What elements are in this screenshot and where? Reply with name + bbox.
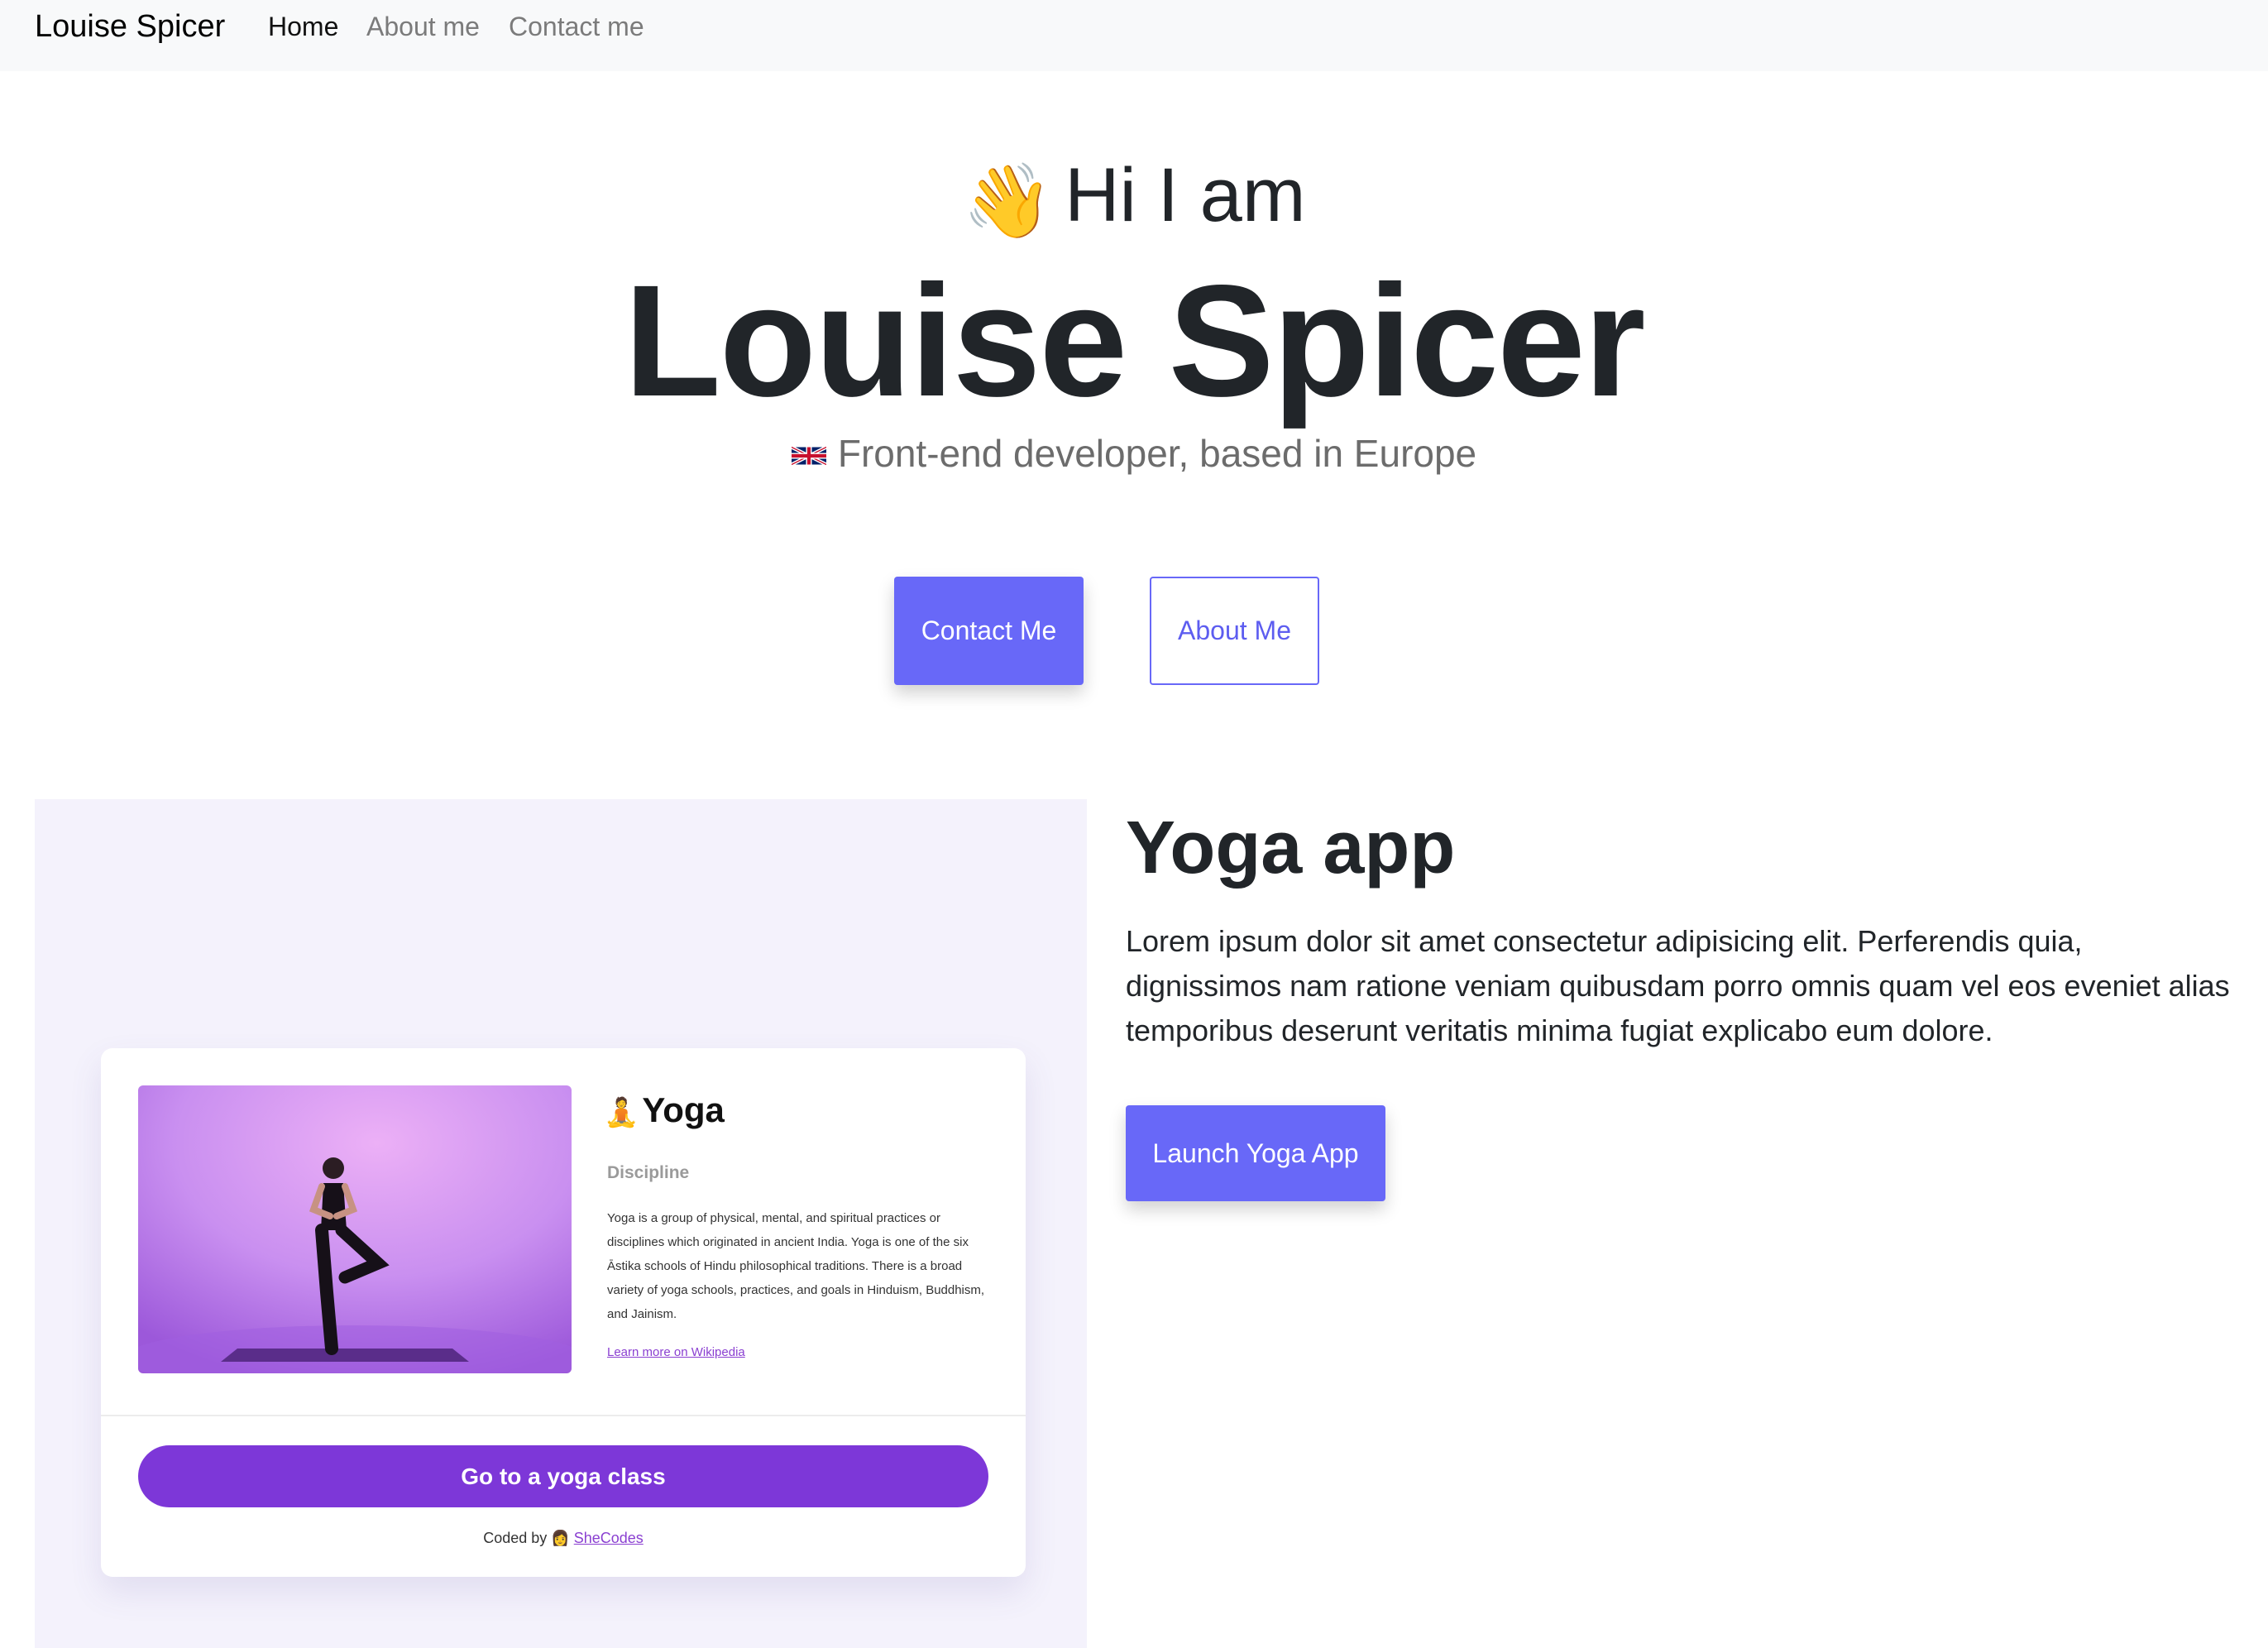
card-credit: Coded by 👩 SheCodes [101, 1530, 1026, 1547]
subtitle-text: Front-end developer, based in Europe [837, 432, 1477, 475]
card-title-text: Yoga [642, 1090, 725, 1129]
nav-about-link[interactable]: About me [366, 8, 480, 45]
brand-link[interactable]: Louise Spicer [35, 7, 225, 46]
about-me-button[interactable]: About Me [1150, 577, 1319, 685]
hero-subtitle: Front-end developer, based in Europe [0, 429, 2268, 478]
project-title: Yoga app [1126, 807, 1456, 889]
nav-home-link[interactable]: Home [268, 8, 338, 45]
shecodes-icon: 👩 [551, 1530, 570, 1546]
hero-name: Louise Spicer [624, 252, 1645, 429]
wikipedia-link[interactable]: Learn more on Wikipedia [607, 1345, 745, 1359]
yoga-photo [138, 1085, 572, 1373]
hero-greeting: 👋 Hi I am [0, 146, 2268, 251]
card-title: 🧘Yoga [604, 1088, 725, 1135]
launch-yoga-app-button[interactable]: Launch Yoga App [1126, 1105, 1385, 1201]
navbar: Louise Spicer Home About me Contact me [0, 0, 2268, 71]
card-label: Discipline [607, 1163, 690, 1182]
uk-flag-icon [791, 445, 826, 467]
card-divider [101, 1415, 1026, 1416]
meditation-icon: 🧘 [604, 1097, 639, 1128]
card-text: Yoga is a group of physical, mental, and… [607, 1211, 985, 1321]
shecodes-link[interactable]: SheCodes [574, 1530, 644, 1546]
waving-hand-icon: 👋 [962, 160, 1054, 242]
yoga-class-button[interactable]: Go to a yoga class [138, 1445, 988, 1507]
nav-contact-link[interactable]: Contact me [509, 8, 644, 45]
contact-me-button[interactable]: Contact Me [894, 577, 1084, 685]
greeting-text: Hi I am [1065, 153, 1306, 237]
project-description: Lorem ipsum dolor sit amet consectetur a… [1126, 924, 2230, 1047]
credit-prefix: Coded by [483, 1530, 548, 1546]
